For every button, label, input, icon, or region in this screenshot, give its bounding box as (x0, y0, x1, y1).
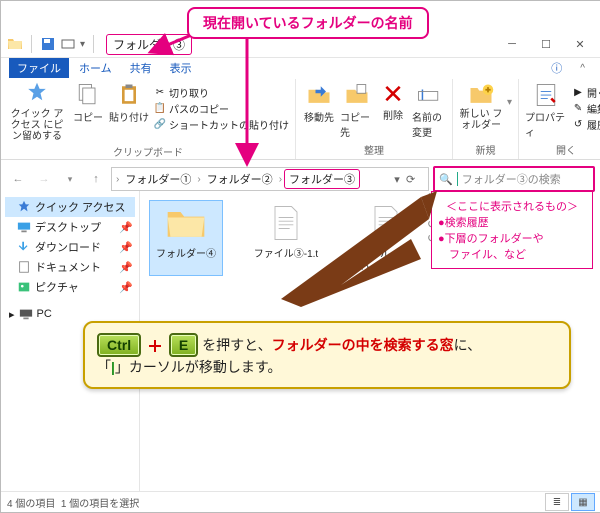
search-placeholder: フォルダー③の検索 (462, 171, 561, 187)
svg-text:I: I (420, 87, 424, 104)
nav-forward-button[interactable]: → (33, 168, 55, 190)
annotation-ctrl-e-tip: Ctrl E を押すと、フォルダーの中を検索する窓に、 「|」カーソルが移動しま… (83, 321, 571, 389)
paste-shortcut-button[interactable]: 🔗ショートカットの貼り付け (153, 117, 289, 132)
qat-icon[interactable] (60, 36, 76, 52)
menu-view[interactable]: 表示 (162, 58, 200, 78)
copy-button[interactable]: コピー (71, 81, 105, 124)
status-bar: 4 個の項目 1 個の項目を選択 ≣ ▦ (1, 491, 600, 512)
pin-to-quick-access-button[interactable]: クイック アクセス にピン留めする (7, 81, 67, 142)
ribbon: クイック アクセス にピン留めする コピー 貼り付け ✂切り取り 📋パスのコピー… (1, 79, 600, 160)
refresh-button[interactable]: ⟳ (406, 173, 424, 186)
nav-documents[interactable]: ドキュメント📌 (5, 257, 135, 277)
folder-icon (7, 36, 23, 52)
crumb-1[interactable]: フォルダー① (121, 170, 195, 188)
address-dropdown-icon[interactable]: ▾ (390, 173, 404, 186)
item-folder-4[interactable]: フォルダー④ (150, 201, 222, 275)
crumb-2[interactable]: フォルダー② (203, 170, 277, 188)
address-bar[interactable]: › フォルダー① › フォルダー② › フォルダー③ ▾ ⟳ (111, 167, 429, 191)
plus-icon (147, 338, 163, 354)
annotation-title-callout: 現在開いているフォルダーの名前 (187, 7, 429, 39)
maximize-button[interactable]: ☐ (529, 33, 563, 55)
menu-row: ファイル ホーム 共有 表示 ⓘ ^ (1, 57, 600, 80)
annotation-wedge-arrow (271, 189, 441, 309)
nav-up-button[interactable]: ↑ (85, 168, 107, 190)
delete-button[interactable]: ✕ 削除 (378, 81, 408, 122)
copy-to-button[interactable]: コピー先 (340, 81, 374, 139)
nav-back-button[interactable]: ← (7, 168, 29, 190)
annotation-search-info: ＜ここに表示されるもの＞ ●検索履歴 ●下層のフォルダーや ファイル、など (431, 191, 593, 269)
nav-desktop[interactable]: デスクトップ📌 (5, 217, 135, 237)
move-to-button[interactable]: 移動先 (302, 81, 336, 124)
view-details-button[interactable]: ≣ (545, 493, 569, 511)
close-button[interactable]: ✕ (563, 33, 597, 55)
edit-button[interactable]: ✎編集 (571, 101, 600, 116)
minimize-button[interactable]: ─ (495, 33, 529, 55)
key-e: E (169, 333, 198, 357)
qat-save-icon[interactable] (40, 36, 56, 52)
view-icons-button[interactable]: ▦ (571, 493, 595, 511)
menu-file[interactable]: ファイル (9, 58, 69, 78)
ribbon-help-icon[interactable]: ⓘ (543, 58, 570, 78)
copy-path-button[interactable]: 📋パスのコピー (153, 101, 289, 116)
menu-share[interactable]: 共有 (122, 58, 160, 78)
crumb-3-current[interactable]: フォルダー③ (284, 169, 360, 189)
rename-button[interactable]: I 名前の 変更 (412, 81, 446, 139)
status-count: 4 個の項目 (7, 495, 55, 510)
ribbon-group-new: 新規 (459, 140, 512, 157)
cut-button[interactable]: ✂切り取り (153, 85, 289, 100)
ribbon-group-organize: 整理 (302, 140, 446, 157)
nav-quick-access[interactable]: クイック アクセス (5, 197, 135, 217)
search-icon: 🔍 (439, 173, 453, 186)
ribbon-collapse-icon[interactable]: ^ (572, 61, 593, 76)
menu-home[interactable]: ホーム (71, 58, 120, 78)
history-button[interactable]: ↺履歴 (571, 117, 600, 132)
new-item-dropdown[interactable]: ▾ (507, 97, 512, 108)
key-ctrl: Ctrl (97, 333, 141, 357)
search-input[interactable]: 🔍 フォルダー③の検索 (433, 166, 595, 192)
qat-dropdown-icon[interactable]: ▾ (80, 39, 85, 50)
nav-recent-dropdown[interactable]: ▾ (59, 168, 81, 190)
annotation-arrow-to-breadcrumb (235, 29, 259, 169)
paste-button[interactable]: 貼り付け (109, 81, 149, 124)
nav-pictures[interactable]: ピクチャ📌 (5, 277, 135, 297)
properties-button[interactable]: プロパティ (525, 81, 567, 139)
new-folder-button[interactable]: 新しい フォルダー (459, 81, 503, 131)
status-selected: 1 個の項目を選択 (61, 495, 139, 510)
ribbon-group-open: 開く (525, 140, 600, 157)
nav-downloads[interactable]: ダウンロード📌 (5, 237, 135, 257)
open-button[interactable]: ▶開く (571, 85, 600, 100)
